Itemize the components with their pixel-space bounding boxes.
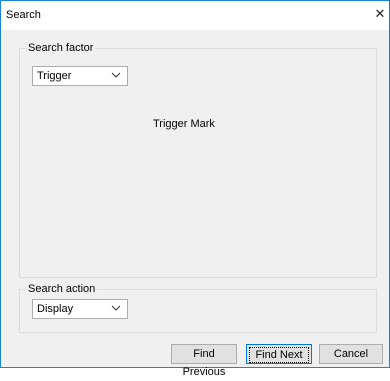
search-factor-value: Trigger: [37, 70, 72, 82]
search-action-dropdown[interactable]: Display: [32, 299, 128, 319]
title-bar: Search ✕: [1, 1, 389, 30]
cancel-button[interactable]: Cancel: [319, 344, 383, 364]
search-factor-group: Search factor Trigger Trigger Mark: [19, 42, 377, 278]
window-title: Search: [6, 9, 41, 21]
chevron-down-icon: [111, 305, 121, 311]
search-action-group: Search action Display: [19, 283, 377, 333]
find-next-button[interactable]: Find Next: [246, 344, 312, 364]
search-dialog: Search ✕ Search factor Trigger Trigger M…: [0, 0, 390, 378]
search-factor-label: Search factor: [26, 42, 96, 54]
search-action-label: Search action: [26, 283, 98, 295]
close-icon[interactable]: ✕: [373, 7, 387, 21]
chevron-down-icon: [111, 72, 121, 78]
search-action-value: Display: [37, 303, 74, 315]
find-previous-button[interactable]: Find Previous: [171, 344, 237, 378]
trigger-mark-text: Trigger Mark: [153, 118, 215, 130]
find-next-label: Find Next: [249, 347, 309, 363]
search-factor-dropdown[interactable]: Trigger: [32, 66, 128, 86]
